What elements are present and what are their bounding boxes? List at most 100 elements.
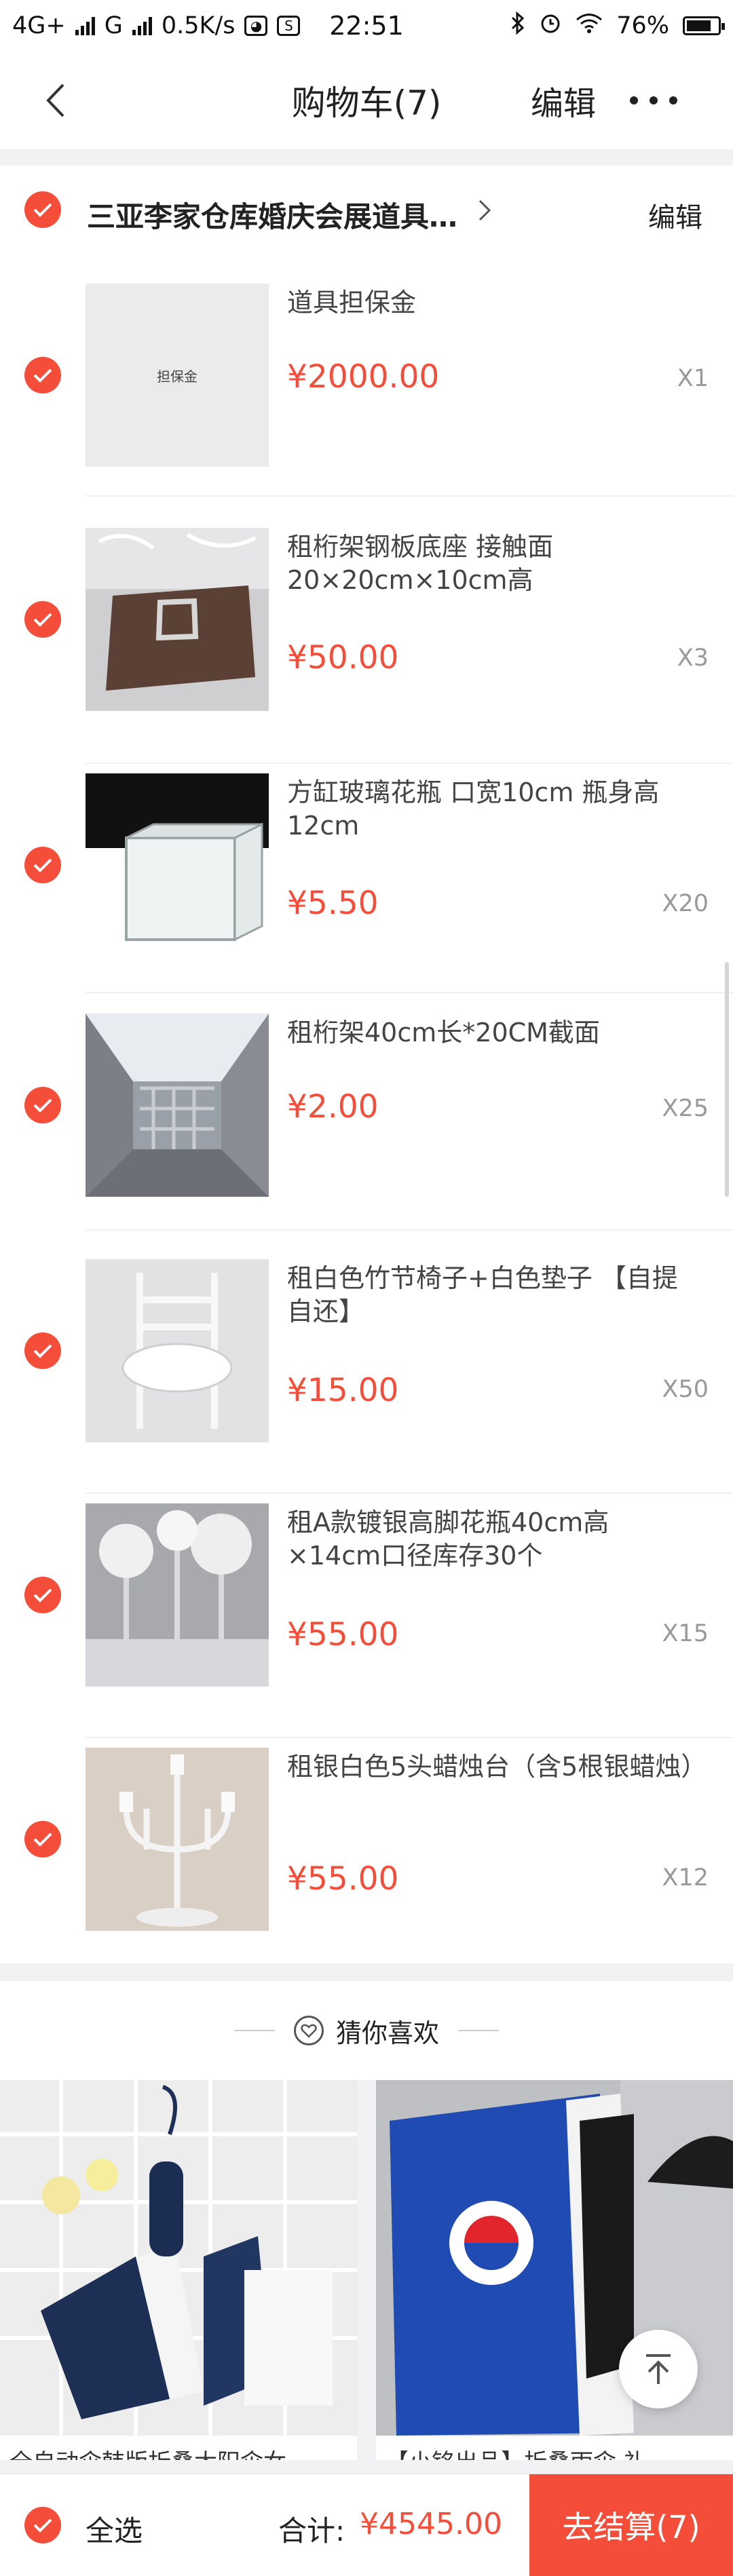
page-title: 购物车(7) (291, 83, 442, 123)
item-title[interactable]: 租银白色5头蜡烛台（含5根银蜡烛） (287, 1750, 707, 1784)
signal-icon (75, 16, 95, 35)
alarm-icon (539, 12, 562, 41)
item-select-checkbox[interactable] (24, 357, 61, 393)
checkout-bar: 全选 合计: ¥4545.00 去结算(7) (0, 2474, 733, 2576)
steel-base-photo (86, 528, 269, 711)
app-notification-icon: S (277, 16, 301, 36)
cart-item[interactable]: 担保金 道具担保金 ¥2000.00 X1 (0, 284, 733, 529)
item-title[interactable]: 道具担保金 (287, 286, 701, 320)
network-type: 4G+ (12, 12, 66, 39)
item-title[interactable]: 租A款镀银高脚花瓶40cm高×14cm口径库存30个 (287, 1506, 701, 1573)
glass-vase-photo (86, 773, 269, 957)
item-quantity: X25 (662, 1095, 709, 1122)
item-quantity: X50 (662, 1376, 709, 1403)
item-title[interactable]: 租桁架40cm长*20CM截面 (287, 1016, 701, 1050)
checkmark-icon (33, 203, 52, 217)
item-select-checkbox[interactable] (24, 1577, 61, 1613)
cart-item[interactable]: 租A款镀银高脚花瓶40cm高×14cm口径库存30个 ¥55.00 X15 (0, 1503, 733, 1749)
divider (86, 495, 733, 497)
back-button[interactable] (35, 80, 76, 121)
cart-item[interactable]: 租白色竹节椅子+白色垫子 【自提自还】 ¥15.00 X50 (0, 1259, 733, 1505)
chevron-left-icon (46, 83, 64, 117)
recommend-card[interactable]: 【小铭出品】折叠雨伞 礼… (376, 2080, 733, 2460)
heart-icon (293, 2016, 324, 2045)
checkmark-icon (33, 613, 52, 627)
arrow-up-icon (646, 2354, 671, 2384)
divider (233, 2030, 275, 2031)
thumbnail-label: 担保金 (157, 368, 198, 385)
white-chair-photo (86, 1259, 269, 1442)
more-dot-icon (630, 96, 638, 104)
item-title[interactable]: 租桁架钢板底座 接触面20×20cm×10cm高 (287, 531, 701, 597)
more-options-button[interactable] (630, 85, 677, 115)
truss-warehouse-photo (86, 1014, 269, 1197)
edit-button[interactable]: 编辑 (531, 77, 596, 124)
shop-card: 三亚李家仓库婚庆会展道具… 编辑 担保金 道具担保金 ¥2000.00 X1 租… (0, 166, 733, 1963)
select-all-label[interactable]: 全选 (86, 2508, 143, 2550)
guess-you-like-header: 猜你喜欢 (0, 1981, 733, 2080)
divider (86, 1737, 733, 1738)
nav-bar: 购物车(7) 编辑 (0, 52, 733, 150)
item-quantity: X12 (662, 1864, 709, 1891)
recommend-card[interactable]: 全自动伞韩版折叠太阳伞女… (0, 2080, 357, 2460)
shop-header: 三亚李家仓库婚庆会展道具… 编辑 (0, 166, 733, 255)
checkmark-icon (33, 1098, 52, 1113)
divider (86, 763, 733, 764)
item-select-checkbox[interactable] (24, 1087, 61, 1123)
item-title[interactable]: 租白色竹节椅子+白色垫子 【自提自还】 (287, 1262, 701, 1328)
item-select-checkbox[interactable] (24, 847, 61, 883)
total-label: 合计: (278, 2514, 345, 2548)
wifi-icon (576, 12, 603, 40)
shop-edit-button[interactable]: 编辑 (648, 195, 702, 235)
item-title[interactable]: 方缸玻璃花瓶 口宽10cm 瓶身高12cm (287, 776, 701, 843)
shop-select-checkbox[interactable] (24, 191, 61, 228)
shop-name[interactable]: 三亚李家仓库婚庆会展道具… (87, 194, 457, 235)
cart-item[interactable]: 租桁架钢板底座 接触面20×20cm×10cm高 ¥50.00 X3 (0, 528, 733, 773)
item-select-checkbox[interactable] (24, 1332, 61, 1369)
item-price: ¥2.00 (287, 1088, 379, 1126)
item-price: ¥15.00 (287, 1372, 399, 1409)
divider (86, 992, 733, 993)
total-amount: ¥4545.00 (360, 2507, 502, 2541)
more-dot-icon (669, 96, 677, 104)
signal-icon-2 (132, 16, 152, 35)
item-quantity: X3 (677, 645, 709, 672)
recommend-title[interactable]: 全自动伞韩版折叠太阳伞女… (10, 2444, 356, 2460)
checkmark-icon (33, 1832, 52, 1847)
cart-item[interactable]: 租桁架40cm长*20CM截面 ¥2.00 X25 (0, 1014, 733, 1259)
checkmark-icon (33, 1344, 52, 1358)
divider (86, 1493, 733, 1494)
item-thumbnail[interactable] (86, 1748, 269, 1931)
battery-percent: 76% (616, 12, 669, 39)
recommend-image[interactable] (0, 2080, 357, 2436)
cart-item[interactable]: 租银白色5头蜡烛台（含5根银蜡烛） ¥55.00 X12 (0, 1748, 733, 1993)
item-thumbnail[interactable]: 担保金 (86, 284, 269, 467)
chevron-right-icon[interactable] (470, 195, 500, 225)
checkout-button[interactable]: 去结算(7) (529, 2474, 733, 2576)
item-select-checkbox[interactable] (24, 1821, 61, 1858)
cart-item[interactable]: 方缸玻璃花瓶 口宽10cm 瓶身高12cm ¥5.50 X20 (0, 773, 733, 1019)
item-price: ¥5.50 (287, 885, 379, 922)
back-to-top-button[interactable] (619, 2330, 698, 2408)
item-thumbnail[interactable] (86, 1503, 269, 1687)
checkmark-icon (33, 368, 52, 383)
candelabra-photo (86, 1748, 269, 1931)
network-type-2: G (104, 12, 123, 39)
item-thumbnail[interactable] (86, 773, 269, 957)
more-dot-icon (650, 96, 658, 104)
bluetooth-icon (510, 11, 525, 41)
item-quantity: X1 (677, 365, 709, 392)
item-price: ¥50.00 (287, 639, 399, 676)
item-thumbnail[interactable] (86, 1259, 269, 1442)
item-select-checkbox[interactable] (24, 601, 61, 638)
recommend-title[interactable]: 【小铭出品】折叠雨伞 礼… (386, 2444, 732, 2460)
scrollbar-thumb[interactable] (725, 962, 729, 1197)
select-all-checkbox[interactable] (24, 2507, 61, 2543)
checkmark-icon (33, 858, 52, 872)
item-thumbnail[interactable] (86, 528, 269, 711)
umbrella-photo (0, 2080, 357, 2436)
divider (458, 2030, 499, 2031)
checkmark-icon (33, 1588, 52, 1602)
item-price: ¥55.00 (287, 1616, 399, 1653)
item-thumbnail[interactable] (86, 1014, 269, 1197)
